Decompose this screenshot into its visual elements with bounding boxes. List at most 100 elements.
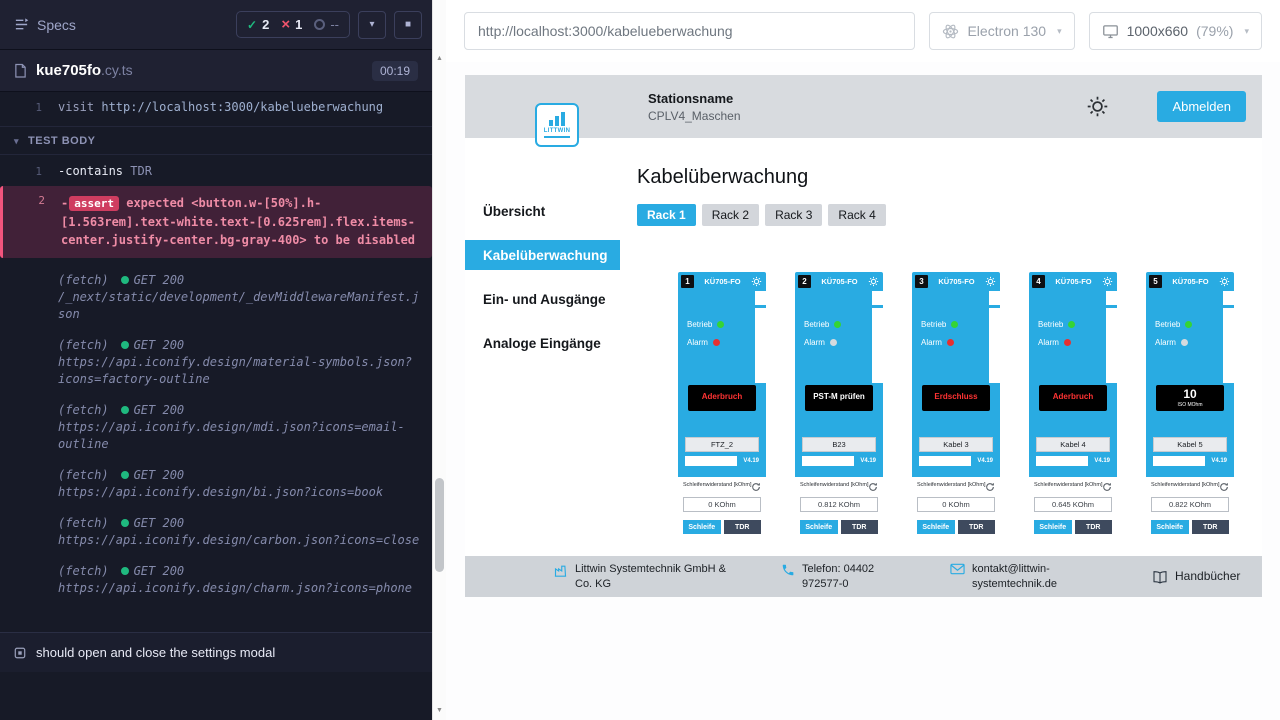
schleife-button[interactable]: Schleife [683,520,721,534]
fetch-log-row[interactable]: (fetch)GET 200https://api.iconify.design… [0,460,432,508]
schleife-button[interactable]: Schleife [1034,520,1072,534]
line-number: 2 [3,194,61,249]
sidebar-item-kabelueberwachung[interactable]: Kabelüberwachung [465,240,620,270]
fetch-log-row[interactable]: (fetch)GET 200https://api.iconify.design… [0,330,432,395]
card-settings-button[interactable] [1102,276,1114,288]
refresh-button[interactable] [1219,482,1229,492]
resistance-label: Schleifenwiderstand [kOhm] [917,482,985,488]
firmware-version: V4.19 [977,458,993,464]
viewport-size: 1000x660 [1127,23,1189,39]
test-body-section[interactable]: ▾ TEST BODY [0,126,432,155]
specs-menu[interactable]: Specs [14,17,76,33]
tdr-button[interactable]: TDR [1075,520,1113,534]
refresh-button[interactable] [985,482,995,492]
betrieb-label: Betrieb [804,320,829,329]
manuals-text: Handbücher [1175,569,1240,585]
card-settings-button[interactable] [868,276,880,288]
littwin-logo: LITTWIN [535,103,579,147]
refresh-icon [1219,482,1229,492]
collapse-all-button[interactable]: ▾ [358,11,386,39]
card-number: 4 [1032,275,1045,288]
alarm-led [947,339,954,346]
command-contains[interactable]: 1 -contains TDR [0,160,432,183]
passed-stat: ✓2 [247,17,269,32]
tdr-button[interactable]: TDR [1192,520,1230,534]
card-settings-button[interactable] [985,276,997,288]
card-settings-button[interactable] [1219,276,1231,288]
rack-tabs: Rack 1 Rack 2 Rack 3 Rack 4 [637,204,1262,226]
fetch-label: (fetch) [58,273,109,287]
card-settings-button[interactable] [751,276,763,288]
runner-header: Specs ✓2 ×1 -- ▾ ■ [0,0,432,50]
gear-icon [868,276,879,287]
tdr-button[interactable]: TDR [724,520,762,534]
refresh-button[interactable] [1102,482,1112,492]
alarm-led [1064,339,1071,346]
browser-select[interactable]: Electron 130 ▾ [929,12,1074,50]
sidebar-item-ein-und-ausgaenge[interactable]: Ein- und Ausgänge [465,284,620,314]
tdr-button[interactable]: TDR [958,520,996,534]
next-test-row[interactable]: should open and close the settings modal [0,632,432,672]
cable-name-field[interactable]: Kabel 5 [1153,437,1227,452]
footer-email[interactable]: kontakt@littwin-systemtechnik.de [950,562,1096,591]
fetch-log-row[interactable]: (fetch)GET 200/_next/static/development/… [0,265,432,330]
test-box-icon [14,647,26,659]
failed-assert-row[interactable]: 2 -assert expected <button.w-[50%].h-[1.… [0,186,432,258]
cable-name-field[interactable]: Kabel 3 [919,437,993,452]
logo-title: LITTWIN [544,128,570,134]
cable-name-field[interactable]: Kabel 4 [1036,437,1110,452]
viewport-select[interactable]: 1000x660 (79%) ▾ [1089,12,1262,50]
fetch-log-row[interactable]: (fetch)GET 200https://api.iconify.design… [0,395,432,460]
alarm-led [1181,339,1188,346]
schleife-button[interactable]: Schleife [800,520,838,534]
scroll-up-arrow[interactable]: ▲ [433,50,446,66]
fetch-log-row[interactable]: (fetch)GET 200https://api.iconify.design… [0,508,432,556]
command-visit[interactable]: 1 visit http://localhost:3000/kabelueber… [0,96,432,119]
schleife-button[interactable]: Schleife [917,520,955,534]
assert-expected: expected [126,196,184,210]
section-chevron-icon: ▾ [14,136,19,147]
refresh-button[interactable] [868,482,878,492]
cable-name-field[interactable]: B23 [802,437,876,452]
spec-header: kue705fo.cy.ts 00:19 [0,50,432,92]
sidebar-item-uebersicht[interactable]: Übersicht [465,196,620,226]
tab-rack-4[interactable]: Rack 4 [828,204,885,226]
stop-tests-button[interactable]: ■ [394,11,422,39]
url-input[interactable] [464,12,915,50]
stop-icon: ■ [405,19,411,30]
cypress-runner-panel: Specs ✓2 ×1 -- ▾ ■ kue705fo.cy.ts 00:19 … [0,0,432,720]
cable-name-field[interactable]: FTZ_2 [685,437,759,452]
settings-gear-button[interactable] [1086,95,1109,118]
tab-rack-1[interactable]: Rack 1 [637,204,696,226]
resistance-value: 0.645 KOhm [1034,497,1112,512]
footer-manuals[interactable]: Handbücher [1152,569,1240,585]
app-content: Kabelüberwachung Rack 1 Rack 2 Rack 3 Ra… [620,138,1262,556]
version-box [919,456,971,466]
schleife-button[interactable]: Schleife [1151,520,1189,534]
runner-scrollbar[interactable]: ▲ ▼ [432,0,446,720]
card-number: 5 [1149,275,1162,288]
version-box [685,456,737,466]
assert-badge: assert [69,196,119,211]
spec-name[interactable]: kue705fo.cy.ts [36,62,133,79]
status-display: Aderbruch [1039,385,1107,411]
refresh-button[interactable] [751,482,761,492]
tab-rack-3[interactable]: Rack 3 [765,204,822,226]
tab-rack-2[interactable]: Rack 2 [702,204,759,226]
assert-to-be: to be [314,233,350,247]
logout-button[interactable]: Abmelden [1157,91,1246,122]
gear-icon [1086,95,1109,118]
station-label: Stationsname [648,91,741,106]
device-cards: 1 KÜ705-FO Betrieb Alarm Aderbruch FTZ_2… [637,272,1262,556]
alarm-led [830,339,837,346]
fetch-status: GET 200 [134,338,185,352]
card-model: KÜ705-FO [813,277,866,286]
factory-icon [553,563,568,578]
sidebar-item-analoge-eingaenge[interactable]: Analoge Eingänge [465,328,620,358]
tdr-button[interactable]: TDR [841,520,879,534]
scroll-down-arrow[interactable]: ▼ [433,702,446,718]
line-number: 1 [0,163,58,180]
scrollbar-thumb[interactable] [435,478,444,572]
fetch-log-row[interactable]: (fetch)GET 200https://api.iconify.design… [0,556,432,604]
fetch-status: GET 200 [134,403,185,417]
